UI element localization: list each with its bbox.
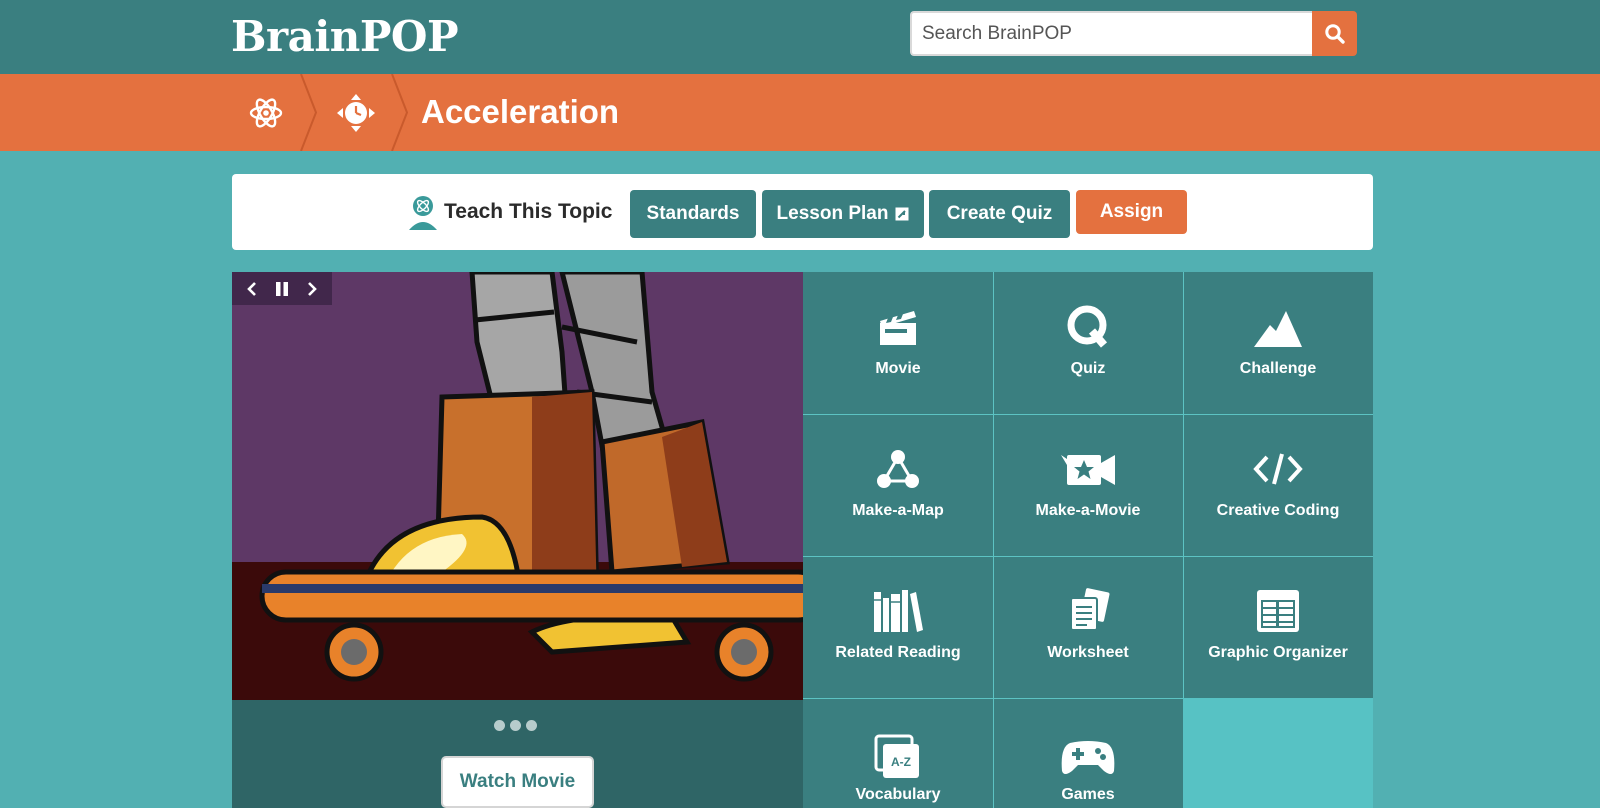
assign-button[interactable]: Assign xyxy=(1076,190,1187,234)
tile-games[interactable]: Games xyxy=(993,698,1183,808)
slide-dot[interactable] xyxy=(494,720,505,731)
motion-clock-icon xyxy=(337,93,375,132)
pause-icon xyxy=(276,281,288,296)
prev-slide-button[interactable] xyxy=(246,281,258,297)
watch-movie-button[interactable]: Watch Movie xyxy=(441,756,594,808)
grid-divider xyxy=(993,272,994,808)
tile-challenge[interactable]: Challenge xyxy=(1183,272,1373,414)
az-cards-icon: A-Z xyxy=(874,734,919,778)
empty-tile xyxy=(1183,698,1373,808)
teach-toolbar: Teach This Topic Standards Lesson Plan C… xyxy=(232,174,1373,250)
tile-graphic-organizer[interactable]: Graphic Organizer xyxy=(1183,556,1373,698)
tile-label: Challenge xyxy=(1239,360,1317,377)
search-icon xyxy=(1324,23,1345,44)
atom-icon xyxy=(249,97,283,128)
top-header: BrainPOP xyxy=(0,0,1600,74)
lesson-plan-button[interactable]: Lesson Plan xyxy=(762,190,924,238)
search-button[interactable] xyxy=(1312,11,1357,56)
brainpop-logo[interactable]: BrainPOP xyxy=(231,14,459,60)
grid-divider xyxy=(803,698,1183,699)
teach-label: Teach This Topic xyxy=(444,200,613,223)
quiz-q-icon xyxy=(1067,305,1108,348)
create-quiz-button[interactable]: Create Quiz xyxy=(929,190,1070,238)
tile-quiz[interactable]: Quiz xyxy=(993,272,1183,414)
lesson-plan-label: Lesson Plan xyxy=(776,203,889,224)
tile-movie[interactable]: Movie xyxy=(803,272,993,414)
search-bar xyxy=(910,11,1357,56)
tile-related-reading[interactable]: Related Reading xyxy=(803,556,993,698)
chevron-left-icon xyxy=(247,281,256,296)
worksheet-icon xyxy=(1070,588,1110,631)
tile-label: Creative Coding xyxy=(1216,502,1340,519)
tile-label: Make-a-Movie xyxy=(1035,502,1141,519)
table-icon xyxy=(1257,590,1299,632)
tile-worksheet[interactable]: Worksheet xyxy=(993,556,1183,698)
grid-divider xyxy=(803,414,1373,415)
activity-grid: Movie Quiz Challenge Make-a-Map Make-a-M… xyxy=(803,272,1373,808)
tile-creative-coding[interactable]: Creative Coding xyxy=(1183,414,1373,556)
teacher-avatar-icon xyxy=(409,196,437,230)
tile-label: Related Reading xyxy=(835,644,961,661)
slideshow-footer: Watch Movie xyxy=(232,700,803,808)
breadcrumb-item-motion[interactable] xyxy=(316,74,396,151)
tile-label: Graphic Organizer xyxy=(1208,644,1348,661)
breadcrumb: Acceleration xyxy=(0,74,1600,151)
tile-label: Games xyxy=(1061,786,1115,803)
concept-map-icon xyxy=(877,450,919,488)
slide-indicator xyxy=(494,720,537,731)
grid-divider xyxy=(1183,272,1184,698)
breadcrumb-item-science[interactable] xyxy=(226,74,306,151)
tile-make-a-map[interactable]: Make-a-Map xyxy=(803,414,993,556)
teach-this-topic[interactable]: Teach This Topic xyxy=(408,192,612,232)
tile-make-a-movie[interactable]: Make-a-Movie xyxy=(993,414,1183,556)
svg-text:A-Z: A-Z xyxy=(891,755,911,769)
next-slide-button[interactable] xyxy=(306,281,318,297)
page-title: Acceleration xyxy=(421,93,620,130)
code-icon xyxy=(1253,453,1303,485)
search-input[interactable] xyxy=(910,11,1312,56)
gamepad-icon xyxy=(1061,741,1115,774)
tile-label: Movie xyxy=(875,360,921,377)
pause-button[interactable] xyxy=(274,281,290,297)
skateboard-illustration xyxy=(232,272,803,700)
clapperboard-icon xyxy=(880,311,916,345)
books-icon xyxy=(874,590,923,632)
external-link-icon xyxy=(895,207,909,221)
slide-dot[interactable] xyxy=(526,720,537,731)
grid-divider xyxy=(803,556,1373,557)
breadcrumb-separator xyxy=(391,74,409,151)
tile-label: Worksheet xyxy=(1047,644,1129,661)
star-camera-icon xyxy=(1061,455,1115,485)
tile-label: Vocabulary xyxy=(855,786,941,803)
mountain-icon xyxy=(1254,311,1302,347)
slideshow-image[interactable] xyxy=(232,272,803,700)
tile-vocabulary[interactable]: A-Z Vocabulary xyxy=(803,698,993,808)
slideshow-controls xyxy=(232,272,332,305)
slide-dot[interactable] xyxy=(510,720,521,731)
tile-label: Make-a-Map xyxy=(852,502,944,519)
standards-button[interactable]: Standards xyxy=(630,190,756,238)
tile-label: Quiz xyxy=(1070,360,1106,377)
chevron-right-icon xyxy=(308,281,317,296)
